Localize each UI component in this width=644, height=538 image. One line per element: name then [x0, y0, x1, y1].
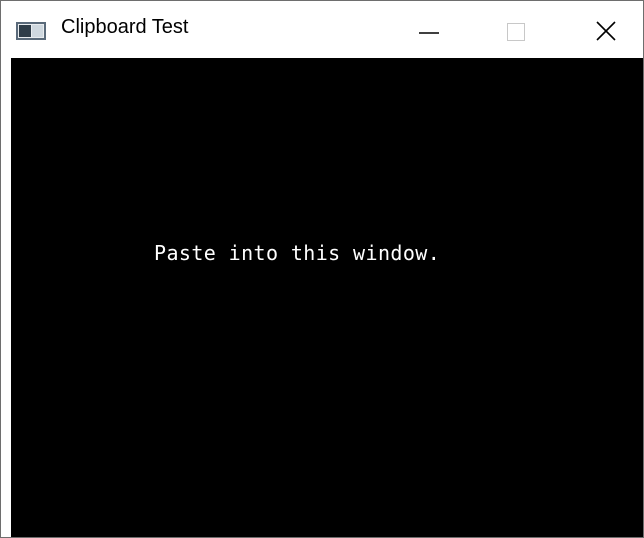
maximize-icon	[507, 23, 525, 41]
window-title: Clipboard Test	[61, 16, 189, 38]
window-left-border	[1, 58, 11, 537]
paste-target-area[interactable]: Paste into this window.	[11, 58, 643, 537]
application-window-icon[interactable]	[16, 22, 46, 40]
minimize-button[interactable]	[379, 1, 471, 58]
title-bar[interactable]: Clipboard Test	[1, 1, 643, 58]
minimize-icon	[419, 32, 439, 34]
clipboard-test-window: Clipboard Test Paste into this window.	[0, 0, 644, 538]
app-icon-pane	[19, 25, 31, 37]
app-icon-strip	[32, 25, 43, 37]
close-icon	[596, 21, 616, 41]
paste-instruction-text: Paste into this window.	[154, 241, 441, 265]
close-button[interactable]	[551, 1, 643, 58]
maximize-button	[471, 1, 563, 58]
